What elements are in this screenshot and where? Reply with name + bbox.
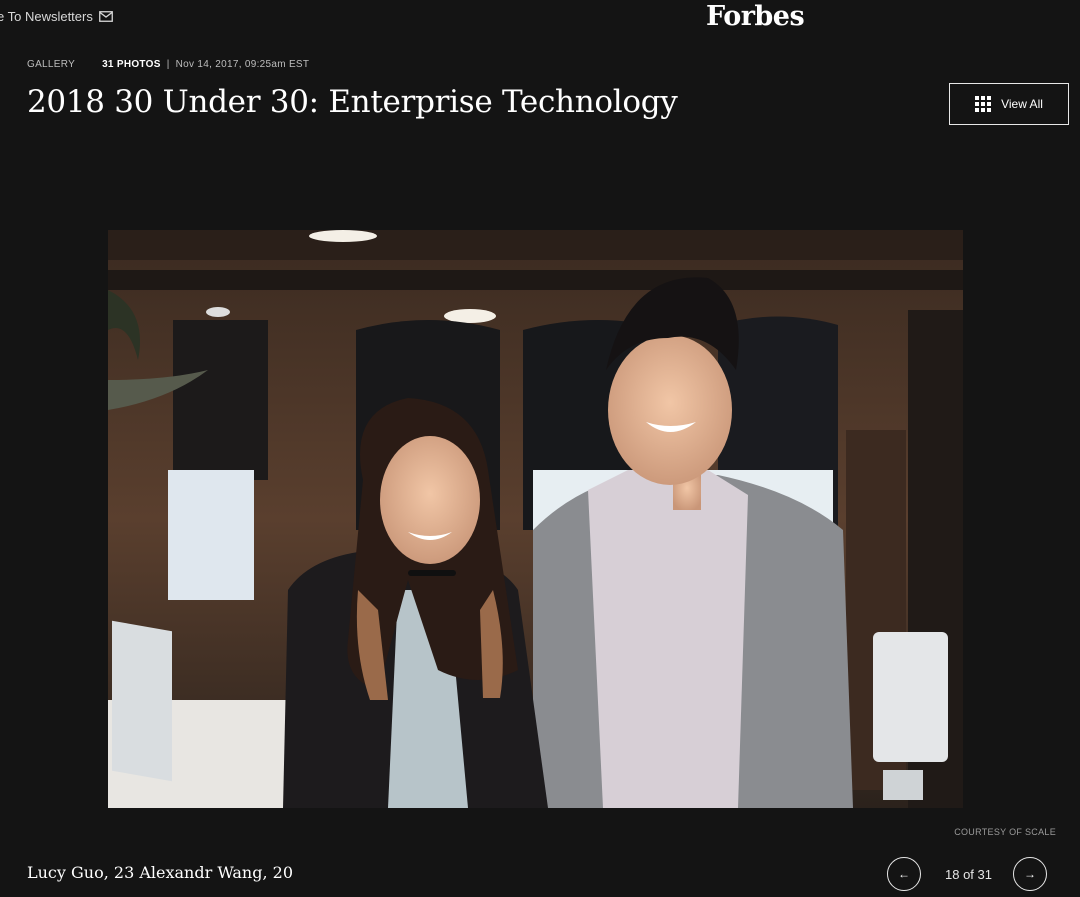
previous-button[interactable]: ←	[887, 857, 921, 891]
photo-count: 31 PHOTOS	[102, 59, 161, 70]
top-bar: e To Newsletters Forbes	[0, 0, 1080, 34]
view-all-label: View All	[1001, 97, 1043, 111]
forbes-logo[interactable]: Forbes	[706, 1, 805, 32]
photo-credit: COURTESY OF SCALE	[954, 827, 1056, 837]
slide-position: 18 of 31	[945, 866, 992, 882]
arrow-right-icon: →	[1024, 867, 1036, 881]
meta-separator: |	[166, 59, 170, 70]
gallery-pager: ← 18 of 31 →	[887, 856, 1047, 892]
gallery-type-label: GALLERY	[27, 59, 76, 70]
gallery-meta: GALLERY 31 PHOTOS | Nov 14, 2017, 09:25a…	[27, 59, 309, 70]
grid-icon	[975, 96, 992, 112]
gallery-photo-image	[108, 230, 963, 808]
newsletter-label: e To Newsletters	[0, 9, 93, 24]
photo-caption: Lucy Guo, 23 Alexandr Wang, 20	[27, 863, 294, 882]
newsletter-link[interactable]: e To Newsletters	[0, 9, 113, 24]
mail-icon	[98, 11, 113, 22]
view-all-button[interactable]: View All	[949, 83, 1069, 125]
publish-date: Nov 14, 2017, 09:25am EST	[175, 59, 310, 70]
gallery-title: 2018 30 Under 30: Enterprise Technology	[27, 84, 678, 120]
gallery-photo	[108, 230, 963, 808]
next-button[interactable]: →	[1013, 857, 1047, 891]
arrow-left-icon: ←	[898, 867, 910, 881]
